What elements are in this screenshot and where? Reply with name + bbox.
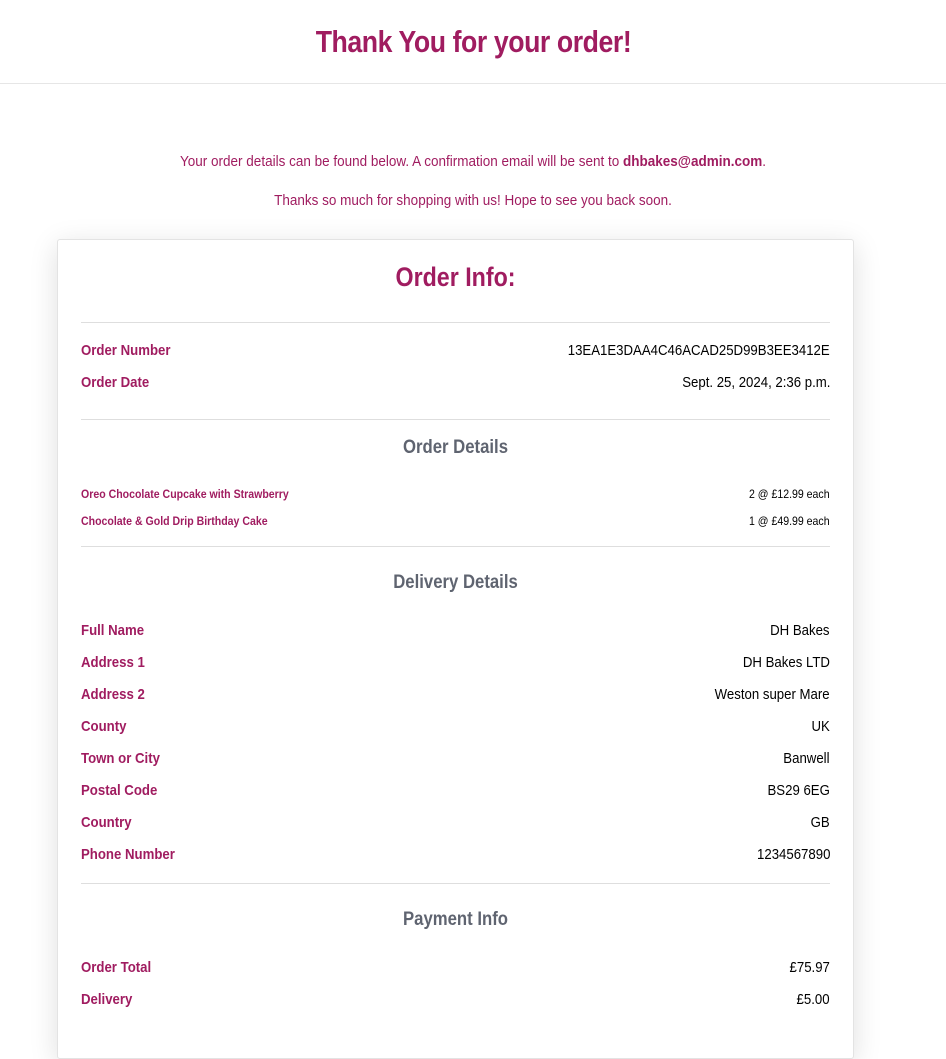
- thanks-text: Thanks so much for shopping with us! Hop…: [274, 192, 672, 209]
- country-value: GB: [810, 813, 830, 831]
- confirmation-suffix: .: [762, 153, 766, 170]
- delivery-field-row: County UK: [81, 715, 830, 737]
- divider: [81, 883, 830, 884]
- order-item-name: Oreo Chocolate Cupcake with Strawberry: [81, 487, 289, 501]
- intro-message: Your order details can be found below. A…: [47, 84, 898, 209]
- address2-label: Address 2: [81, 685, 145, 703]
- full-name-label: Full Name: [81, 621, 145, 639]
- postal-code-label: Postal Code: [81, 781, 158, 799]
- delivery-cost-value: £5.00: [796, 990, 830, 1008]
- order-number-label: Order Number: [81, 341, 171, 359]
- order-item-qty-price: 1 @ £49.99 each: [749, 514, 830, 528]
- order-item-name: Chocolate & Gold Drip Birthday Cake: [81, 514, 268, 528]
- divider: [81, 546, 830, 547]
- order-date-value: Sept. 25, 2024, 2:36 p.m.: [681, 373, 830, 391]
- delivery-field-row: Address 1 DH Bakes LTD: [81, 651, 830, 673]
- address2-value: Weston super Mare: [715, 685, 830, 703]
- payment-info-heading: Payment Info: [403, 909, 508, 930]
- delivery-field-row: Address 2 Weston super Mare: [81, 683, 830, 705]
- town-city-label: Town or City: [81, 749, 160, 767]
- phone-number-value: 1234567890: [756, 845, 830, 863]
- delivery-field-row: Town or City Banwell: [81, 747, 830, 769]
- delivery-field-row: Postal Code BS29 6EG: [81, 779, 830, 801]
- order-item-row: Chocolate & Gold Drip Birthday Cake 1 @ …: [81, 510, 830, 532]
- order-details-heading: Order Details: [402, 437, 508, 458]
- full-name-value: DH Bakes: [770, 621, 830, 639]
- page-title: Thank You for your order!: [315, 23, 631, 59]
- divider: [81, 419, 830, 420]
- delivery-field-row: Full Name DH Bakes: [81, 619, 830, 641]
- order-total-value: £75.97: [789, 958, 830, 976]
- confirmation-text: Your order details can be found below. A…: [47, 84, 898, 170]
- address1-label: Address 1: [81, 653, 145, 671]
- payment-field-row: Order Total £75.97: [81, 956, 830, 978]
- order-total-label: Order Total: [81, 958, 152, 976]
- order-date-label: Order Date: [81, 373, 150, 391]
- confirmation-prefix: Your order details can be found below. A…: [180, 153, 624, 170]
- county-label: County: [81, 717, 127, 735]
- order-number-row: Order Number 13EA1E3DAA4C46ACAD25D99B3EE…: [81, 339, 830, 361]
- order-item-qty-price: 2 @ £12.99 each: [749, 487, 830, 501]
- order-info-title: Order Info:: [395, 262, 516, 292]
- order-info-card: Order Info: Order Number 13EA1E3DAA4C46A…: [57, 239, 854, 1059]
- order-number-value: 13EA1E3DAA4C46ACAD25D99B3EE3412E: [568, 341, 830, 359]
- page-header: Thank You for your order!: [0, 0, 946, 84]
- delivery-field-row: Country GB: [81, 811, 830, 833]
- divider: [81, 322, 830, 323]
- email-address: dhbakes@admin.com: [623, 153, 763, 170]
- postal-code-value: BS29 6EG: [767, 781, 830, 799]
- phone-number-label: Phone Number: [81, 845, 175, 863]
- address1-value: DH Bakes LTD: [742, 653, 830, 671]
- order-date-row: Order Date Sept. 25, 2024, 2:36 p.m.: [81, 371, 830, 393]
- delivery-cost-label: Delivery: [81, 990, 133, 1008]
- payment-field-row: Delivery £5.00: [81, 988, 830, 1010]
- delivery-details-heading: Delivery Details: [393, 572, 518, 593]
- delivery-field-row: Phone Number 1234567890: [81, 843, 830, 865]
- order-item-row: Oreo Chocolate Cupcake with Strawberry 2…: [81, 483, 830, 505]
- country-label: Country: [81, 813, 132, 831]
- county-value: UK: [811, 717, 830, 735]
- town-city-value: Banwell: [783, 749, 830, 767]
